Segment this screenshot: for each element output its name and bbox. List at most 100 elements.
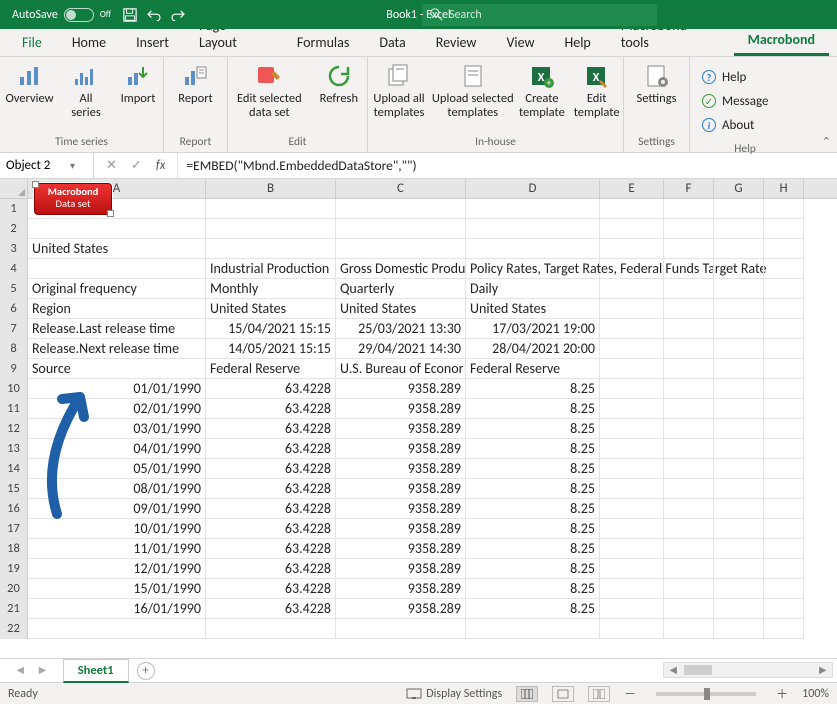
fx-icon[interactable]: fx xyxy=(156,158,166,173)
cell[interactable] xyxy=(664,619,714,639)
row-header[interactable]: 3 xyxy=(0,239,28,259)
cell[interactable]: 09/01/1990 xyxy=(28,499,206,519)
collapse-ribbon-icon[interactable]: ⌃ xyxy=(822,135,831,148)
cell[interactable] xyxy=(714,299,764,319)
tab-formulas[interactable]: Formulas xyxy=(283,28,363,56)
cell[interactable]: 9358.289 xyxy=(336,599,466,619)
cell[interactable] xyxy=(714,499,764,519)
cell[interactable] xyxy=(764,579,804,599)
cell[interactable] xyxy=(600,419,664,439)
cell[interactable] xyxy=(600,239,664,259)
cell[interactable]: 9358.289 xyxy=(336,439,466,459)
cell[interactable] xyxy=(764,499,804,519)
cell[interactable]: 8.25 xyxy=(466,479,600,499)
row-header[interactable]: 6 xyxy=(0,299,28,319)
cell[interactable] xyxy=(764,239,804,259)
select-all-corner[interactable] xyxy=(0,179,28,198)
row-header[interactable]: 10 xyxy=(0,379,28,399)
cell[interactable] xyxy=(664,579,714,599)
cell[interactable]: 63.4228 xyxy=(206,559,336,579)
cell[interactable]: 9358.289 xyxy=(336,399,466,419)
row-header[interactable]: 18 xyxy=(0,539,28,559)
overview-button[interactable]: Overview xyxy=(0,61,59,134)
cell[interactable] xyxy=(714,459,764,479)
row-header[interactable]: 16 xyxy=(0,499,28,519)
cell[interactable] xyxy=(600,619,664,639)
cell[interactable] xyxy=(764,619,804,639)
cell[interactable]: 63.4228 xyxy=(206,579,336,599)
display-settings-button[interactable]: Display Settings xyxy=(406,687,502,701)
cell[interactable] xyxy=(714,479,764,499)
scroll-right-icon[interactable]: ► xyxy=(814,663,832,678)
autosave-toggle[interactable]: AutoSave Off xyxy=(12,8,111,22)
help-link[interactable]: ?Help xyxy=(702,67,788,87)
cell[interactable] xyxy=(664,279,714,299)
cell[interactable] xyxy=(764,359,804,379)
cell[interactable]: 12/01/1990 xyxy=(28,559,206,579)
cell[interactable] xyxy=(206,239,336,259)
col-header[interactable]: B xyxy=(206,179,336,198)
tab-macrobond[interactable]: Macrobond xyxy=(734,25,829,56)
cell[interactable] xyxy=(664,479,714,499)
cell[interactable] xyxy=(714,279,764,299)
row-header[interactable]: 7 xyxy=(0,319,28,339)
cell[interactable] xyxy=(764,299,804,319)
cell[interactable]: United States xyxy=(336,299,466,319)
upload-all-button[interactable]: Upload all templates xyxy=(368,61,430,134)
cell[interactable] xyxy=(714,519,764,539)
cell[interactable]: 9358.289 xyxy=(336,519,466,539)
cell[interactable]: 9358.289 xyxy=(336,579,466,599)
cell[interactable]: 63.4228 xyxy=(206,539,336,559)
row-header[interactable]: 2 xyxy=(0,219,28,239)
row-header[interactable]: 9 xyxy=(0,359,28,379)
cell[interactable] xyxy=(764,379,804,399)
cell[interactable]: 17/03/2021 19:00 xyxy=(466,319,600,339)
cell[interactable] xyxy=(600,199,664,219)
row-header[interactable]: 1 xyxy=(0,199,28,219)
cell[interactable]: Source xyxy=(28,359,206,379)
cell[interactable] xyxy=(714,199,764,219)
row-header[interactable]: 8 xyxy=(0,339,28,359)
cell[interactable]: 9358.289 xyxy=(336,459,466,479)
scrollbar-thumb[interactable] xyxy=(684,665,712,675)
cell[interactable]: 63.4228 xyxy=(206,419,336,439)
cell[interactable] xyxy=(206,219,336,239)
cell[interactable]: 15/01/1990 xyxy=(28,579,206,599)
upload-selected-button[interactable]: Upload selected templates xyxy=(432,61,514,134)
message-link[interactable]: ✓Message xyxy=(702,91,788,111)
row-header[interactable]: 17 xyxy=(0,519,28,539)
cell[interactable] xyxy=(764,539,804,559)
cell[interactable] xyxy=(764,599,804,619)
col-header[interactable]: E xyxy=(600,179,664,198)
cell[interactable]: Quarterly xyxy=(336,279,466,299)
cell[interactable] xyxy=(714,219,764,239)
cell[interactable] xyxy=(600,319,664,339)
cell[interactable]: Release.Last release time xyxy=(28,319,206,339)
cell[interactable] xyxy=(336,219,466,239)
row-header[interactable]: 19 xyxy=(0,559,28,579)
next-sheet-icon[interactable]: ► xyxy=(36,663,48,678)
cell[interactable]: 01/01/1990 xyxy=(28,379,206,399)
cell[interactable] xyxy=(206,199,336,219)
cell[interactable]: 8.25 xyxy=(466,399,600,419)
cell[interactable] xyxy=(664,439,714,459)
cell[interactable]: 16/01/1990 xyxy=(28,599,206,619)
cell[interactable] xyxy=(764,219,804,239)
tab-file[interactable]: File xyxy=(8,28,56,56)
create-template-button[interactable]: X+Create template xyxy=(516,61,569,134)
cell[interactable] xyxy=(664,319,714,339)
cell[interactable] xyxy=(664,359,714,379)
cell[interactable]: 8.25 xyxy=(466,599,600,619)
cell[interactable] xyxy=(466,619,600,639)
cell[interactable]: Federal Reserve xyxy=(206,359,336,379)
row-header[interactable]: 22 xyxy=(0,619,28,639)
cell[interactable]: 63.4228 xyxy=(206,459,336,479)
cell[interactable] xyxy=(714,399,764,419)
cell[interactable] xyxy=(600,279,664,299)
cell[interactable]: 9358.289 xyxy=(336,379,466,399)
cell[interactable]: 8.25 xyxy=(466,419,600,439)
spreadsheet-grid[interactable]: A B C D E F G H 123United States4Industr… xyxy=(0,179,837,658)
cell[interactable] xyxy=(714,579,764,599)
cell[interactable]: 9358.289 xyxy=(336,419,466,439)
col-header[interactable]: C xyxy=(336,179,466,198)
